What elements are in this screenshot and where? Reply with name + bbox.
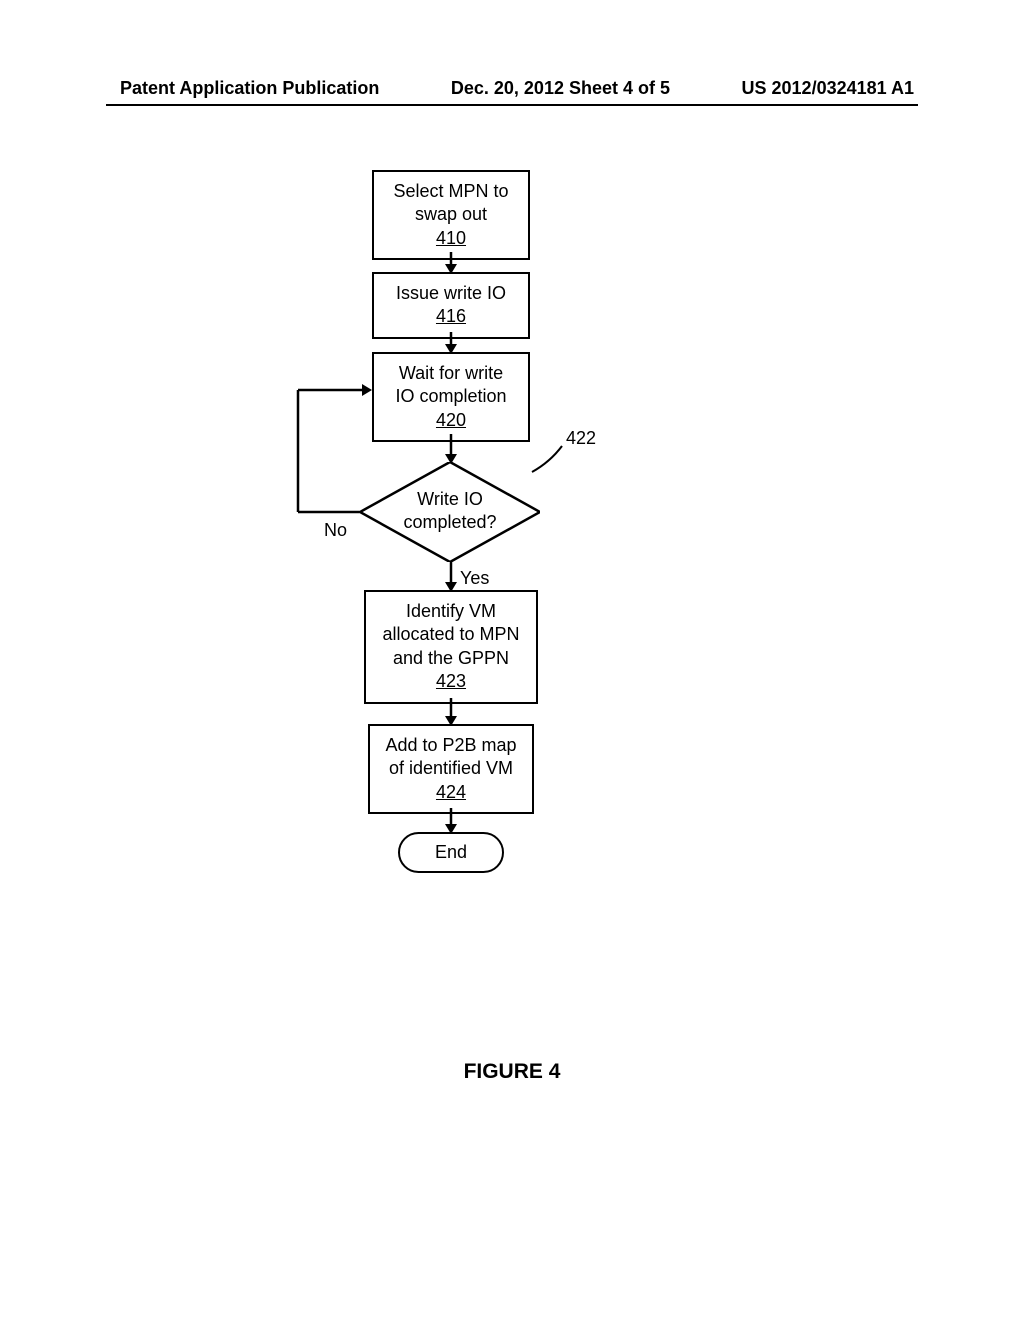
loop-connector — [298, 388, 376, 516]
header-divider — [106, 104, 918, 106]
step-ref: 424 — [374, 781, 528, 804]
arrow-icon — [450, 252, 452, 274]
terminator-end: End — [398, 832, 504, 873]
step-issue-write-io: Issue write IO 416 — [372, 272, 530, 339]
figure-caption: FIGURE 4 — [0, 1060, 1024, 1084]
decision-ref-label: 422 — [566, 428, 596, 449]
header-right: US 2012/0324181 A1 — [742, 78, 914, 99]
step-ref: 423 — [370, 670, 532, 693]
arrow-icon — [450, 808, 452, 834]
arrow-icon — [450, 332, 452, 354]
step-identify-vm: Identify VM allocated to MPN and the GPP… — [364, 590, 538, 704]
step-text: Issue write IO — [378, 282, 524, 305]
header-center: Dec. 20, 2012 Sheet 4 of 5 — [451, 78, 670, 99]
decision-write-completed: Write IO completed? — [360, 462, 540, 562]
arrow-icon — [450, 562, 452, 592]
arrow-icon — [450, 434, 452, 464]
arrow-icon — [450, 698, 452, 726]
yes-label: Yes — [460, 568, 489, 589]
step-text: Select MPN to swap out — [378, 180, 524, 227]
step-ref: 410 — [378, 227, 524, 250]
step-ref: 420 — [378, 409, 524, 432]
no-label: No — [324, 520, 347, 541]
end-text: End — [435, 842, 467, 862]
step-text: Wait for write IO completion — [378, 362, 524, 409]
header-left: Patent Application Publication — [120, 78, 379, 99]
step-add-p2b-map: Add to P2B map of identified VM 424 — [368, 724, 534, 814]
step-ref: 416 — [378, 305, 524, 328]
decision-text: Write IO completed? — [360, 488, 540, 533]
step-select-mpn: Select MPN to swap out 410 — [372, 170, 530, 260]
step-text: Identify VM allocated to MPN and the GPP… — [370, 600, 532, 670]
step-wait-completion: Wait for write IO completion 420 — [372, 352, 530, 442]
step-text: Add to P2B map of identified VM — [374, 734, 528, 781]
